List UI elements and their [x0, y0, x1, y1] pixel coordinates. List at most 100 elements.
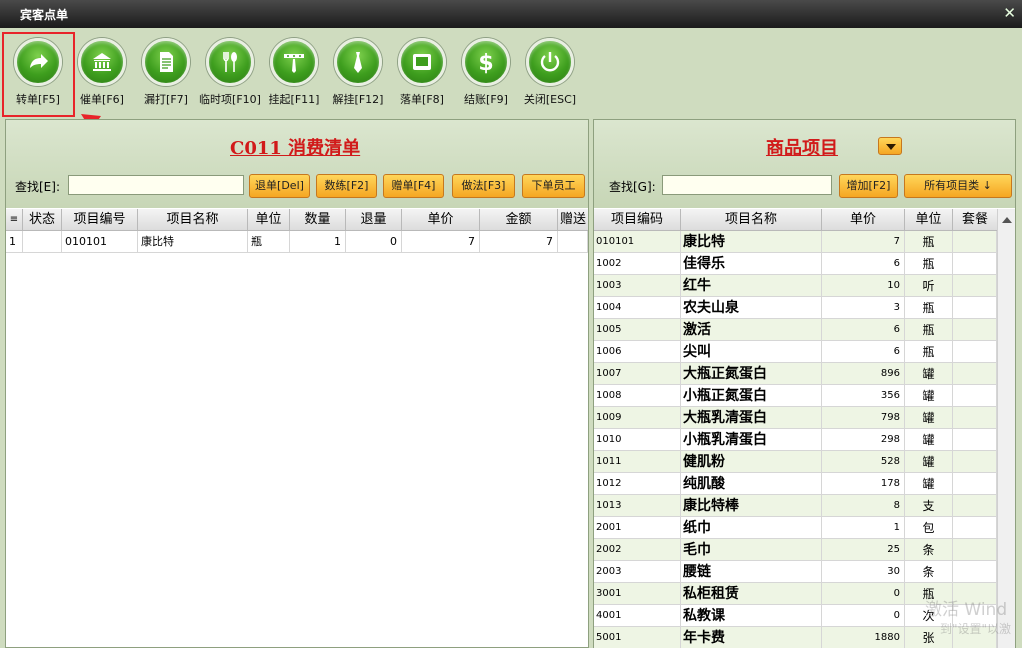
column-header[interactable]: 单价	[822, 209, 905, 231]
unit-cell: 瓶	[905, 297, 953, 319]
product-row[interactable]: 2001 纸巾 1 包	[594, 517, 997, 539]
price-cell: 798	[822, 407, 905, 429]
chevron-down-icon[interactable]	[878, 137, 902, 155]
item-code-cell: 1009	[594, 407, 681, 429]
product-row[interactable]: 2002 毛巾 25 条	[594, 539, 997, 561]
item-name-cell: 尖叫	[681, 341, 822, 363]
ticket-icon	[413, 54, 431, 70]
product-row[interactable]: 1003 红牛 10 听	[594, 275, 997, 297]
item-code-cell: 1005	[594, 319, 681, 341]
item-name-cell: 激活	[681, 319, 822, 341]
product-row[interactable]: 1005 激活 6 瓶	[594, 319, 997, 341]
close-icon[interactable]: ✕	[1003, 4, 1016, 22]
item-code-cell: 1006	[594, 341, 681, 363]
toolbar-label: 落单[F8]	[400, 93, 444, 106]
unit-cell: 罐	[905, 363, 953, 385]
close-button[interactable]: 关闭[ESC]	[517, 38, 583, 114]
item-code-cell: 1004	[594, 297, 681, 319]
return-item-button[interactable]: 退单[Del]	[249, 174, 310, 198]
product-row[interactable]: 1006 尖叫 6 瓶	[594, 341, 997, 363]
product-row[interactable]: 1009 大瓶乳清蛋白 798 罐	[594, 407, 997, 429]
column-header[interactable]: 状态	[23, 209, 62, 231]
unit-cell: 罐	[905, 407, 953, 429]
checkout-button[interactable]: $ 结账[F9]	[453, 38, 519, 114]
product-row[interactable]: 1010 小瓶乳清蛋白 298 罐	[594, 429, 997, 451]
price-cell: 178	[822, 473, 905, 495]
product-row[interactable]: 2003 腰链 30 条	[594, 561, 997, 583]
price-cell: 528	[822, 451, 905, 473]
reprint-button[interactable]: 漏打[F7]	[133, 38, 199, 114]
item-name-cell: 小瓶正氮蛋白	[681, 385, 822, 407]
suspend-button[interactable]: 挂起[F11]	[261, 38, 327, 114]
price-cell: 6	[822, 341, 905, 363]
column-header[interactable]: 套餐	[953, 209, 997, 231]
add-item-button[interactable]: 增加[F2]	[839, 174, 898, 198]
unit-cell: 听	[905, 275, 953, 297]
resume-button[interactable]: 解挂[F12]	[325, 38, 391, 114]
search-input[interactable]	[68, 175, 244, 195]
toolbar-label: 漏打[F7]	[144, 93, 188, 106]
product-row[interactable]: 1012 纯肌酸 178 罐	[594, 473, 997, 495]
temp-item-button[interactable]: 临时项[F10]	[197, 38, 263, 114]
column-header[interactable]: 金额	[480, 209, 558, 231]
quantity-button[interactable]: 数练[F2]	[316, 174, 377, 198]
price-cell: 7	[822, 231, 905, 253]
unit-cell: 瓶	[248, 231, 290, 253]
item-code-cell: 1011	[594, 451, 681, 473]
price-cell: 356	[822, 385, 905, 407]
toolbar-label: 挂起[F11]	[268, 93, 320, 106]
vertical-scrollbar[interactable]	[997, 209, 1015, 648]
unit-cell: 瓶	[905, 231, 953, 253]
product-row[interactable]: 1011 健肌粉 528 罐	[594, 451, 997, 473]
activation-watermark: 激活 Wind	[925, 600, 1008, 620]
place-order-button[interactable]: 落单[F8]	[389, 38, 455, 114]
gift-item-button[interactable]: 赠单[F4]	[383, 174, 444, 198]
product-row[interactable]: 010101 康比特 7 瓶	[594, 231, 997, 253]
bank-icon	[93, 53, 111, 71]
toolbar-label: 关闭[ESC]	[523, 93, 577, 106]
column-header[interactable]: 项目名称	[681, 209, 822, 231]
column-header[interactable]: 项目名称	[138, 209, 248, 231]
toolbar-label: 结账[F9]	[464, 93, 508, 106]
price-cell: 30	[822, 561, 905, 583]
column-header[interactable]: 赠送	[558, 209, 588, 231]
order-staff-button[interactable]: 下单员工	[522, 174, 585, 198]
method-button[interactable]: 做法[F3]	[452, 174, 515, 198]
item-name-cell: 腰链	[681, 561, 822, 583]
package-cell	[953, 231, 997, 253]
item-name-cell: 纯肌酸	[681, 473, 822, 495]
unit-cell: 瓶	[905, 319, 953, 341]
status-cell	[23, 231, 62, 253]
package-cell	[953, 539, 997, 561]
urge-order-button[interactable]: 催单[F6]	[69, 38, 135, 114]
price-cell: 896	[822, 363, 905, 385]
product-row[interactable]: 1008 小瓶正氮蛋白 356 罐	[594, 385, 997, 407]
search-label: 查找[G]:	[609, 180, 656, 194]
column-header[interactable]: 单位	[248, 209, 290, 231]
product-row[interactable]: 1013 康比特棒 8 支	[594, 495, 997, 517]
product-row[interactable]: 1007 大瓶正氮蛋白 896 罐	[594, 363, 997, 385]
column-header[interactable]: 单位	[905, 209, 953, 231]
column-header[interactable]: 数量	[290, 209, 346, 231]
column-header[interactable]: 退量	[346, 209, 402, 231]
table-header: ≡ 状态 项目编号 项目名称 单位 数量 退量 单价 金额 赠送	[6, 209, 588, 231]
product-row[interactable]: 5001 年卡费 1880 张	[594, 627, 997, 648]
product-row[interactable]: 1002 佳得乐 6 瓶	[594, 253, 997, 275]
price-cell: 8	[822, 495, 905, 517]
activation-watermark-sub: 到"设置"以激	[940, 622, 1012, 636]
window-title: 宾客点单	[20, 8, 69, 22]
column-header[interactable]: 单价	[402, 209, 480, 231]
column-header[interactable]: 项目编号	[62, 209, 138, 231]
panel-title: 商品项目	[766, 138, 838, 159]
product-row[interactable]: 1004 农夫山泉 3 瓶	[594, 297, 997, 319]
unit-cell: 瓶	[905, 341, 953, 363]
item-code-cell: 1012	[594, 473, 681, 495]
column-header[interactable]: 项目编码	[594, 209, 681, 231]
table-row[interactable]: 1 010101 康比特 瓶 1 0 7 7	[6, 231, 590, 253]
item-name-cell: 农夫山泉	[681, 297, 822, 319]
column-header[interactable]: ≡	[6, 209, 23, 231]
product-search-input[interactable]	[662, 175, 832, 195]
amount-cell: 7	[480, 231, 558, 253]
item-code-cell: 5001	[594, 627, 681, 648]
category-select-button[interactable]: 所有项目类 ↓	[904, 174, 1012, 198]
